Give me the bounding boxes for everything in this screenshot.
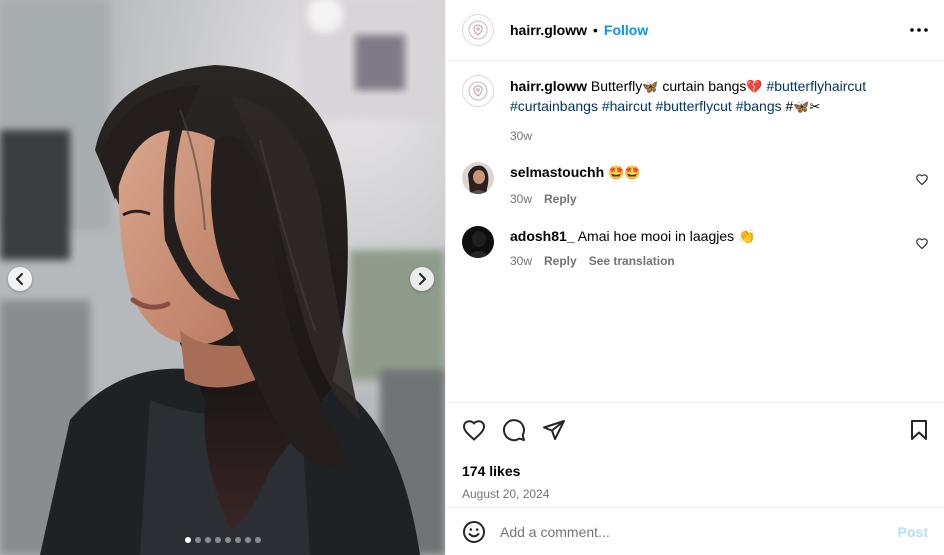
comment-timestamp[interactable]: 30w bbox=[510, 192, 532, 206]
comments-section: hairr.gloww Butterfly🦋 curtain bangs💔 #b… bbox=[446, 61, 944, 402]
caption-part-1: Butterfly bbox=[590, 78, 643, 94]
carousel-dot bbox=[214, 537, 221, 543]
caption-part-2: curtain bangs bbox=[658, 78, 747, 94]
smiley-icon bbox=[463, 520, 485, 543]
post-actions: 174 likes August 20, 2024 bbox=[446, 402, 944, 506]
like-comment-button[interactable] bbox=[916, 172, 928, 190]
comment-item: selmastouchh 🤩🤩 30w Reply bbox=[462, 162, 928, 206]
post-photo bbox=[0, 0, 445, 555]
comment-text: Amai hoe mooi in laagjes 👏 bbox=[577, 228, 756, 244]
caption-text: hairr.gloww Butterfly🦋 curtain bangs💔 #b… bbox=[510, 77, 898, 117]
post-header: hairr.gloww • Follow bbox=[446, 0, 944, 61]
likes-count[interactable]: 174 likes bbox=[462, 463, 928, 479]
heart-outline-icon bbox=[916, 238, 928, 250]
comment-composer: Post bbox=[446, 507, 944, 555]
chevron-right-icon bbox=[419, 273, 426, 285]
hashtag-link[interactable]: #butterflyhaircut bbox=[763, 78, 866, 94]
see-translation-button[interactable]: See translation bbox=[589, 254, 675, 268]
carousel-dot bbox=[254, 537, 261, 543]
caption-timestamp[interactable]: 30w bbox=[510, 129, 532, 143]
comment-input[interactable] bbox=[500, 523, 898, 540]
post-comment-button[interactable]: Post bbox=[898, 524, 928, 540]
more-options-button[interactable] bbox=[910, 28, 928, 32]
carousel-dot bbox=[224, 537, 231, 543]
heart-outline-icon bbox=[462, 420, 486, 441]
reply-button[interactable]: Reply bbox=[544, 254, 577, 268]
caption-username[interactable]: hairr.gloww bbox=[510, 78, 587, 94]
avatar-photo bbox=[462, 226, 494, 258]
author-avatar[interactable] bbox=[462, 14, 494, 46]
brand-logo-icon bbox=[468, 20, 488, 40]
comment-username[interactable]: selmastouchh bbox=[510, 164, 604, 180]
header-separator: • bbox=[593, 22, 598, 38]
heart-outline-icon bbox=[916, 174, 928, 186]
butterfly-emoji: 🦋 bbox=[793, 100, 810, 115]
post-date[interactable]: August 20, 2024 bbox=[462, 487, 928, 501]
comment-button[interactable] bbox=[502, 418, 526, 442]
comment-timestamp[interactable]: 30w bbox=[510, 254, 532, 268]
more-horizontal-icon bbox=[910, 28, 928, 32]
comment-text: 🤩🤩 bbox=[608, 166, 641, 181]
butterfly-emoji: 🦋 bbox=[642, 80, 659, 95]
scissors-emoji: ✂ bbox=[809, 100, 821, 115]
avatar-photo bbox=[462, 162, 494, 194]
save-button[interactable] bbox=[910, 419, 928, 441]
commenter-avatar[interactable] bbox=[462, 226, 494, 258]
like-button[interactable] bbox=[462, 419, 486, 441]
emoji-picker-button[interactable] bbox=[462, 520, 486, 544]
like-comment-button[interactable] bbox=[916, 236, 928, 254]
bookmark-icon bbox=[911, 420, 927, 440]
carousel-indicator bbox=[0, 537, 445, 543]
caption-hash: # bbox=[781, 98, 794, 114]
caption-author-avatar[interactable] bbox=[462, 75, 494, 107]
commenter-avatar[interactable] bbox=[462, 162, 494, 194]
hashtag-links[interactable]: #curtainbangs #haircut #butterflycut #ba… bbox=[510, 98, 782, 114]
carousel-dot bbox=[244, 537, 251, 543]
carousel-dot bbox=[234, 537, 241, 543]
caption: hairr.gloww Butterfly🦋 curtain bangs💔 #b… bbox=[462, 75, 928, 143]
reply-button[interactable]: Reply bbox=[544, 192, 577, 206]
post-details-panel: hairr.gloww • Follow hairr.gloww Butterf bbox=[445, 0, 944, 555]
previous-slide-button[interactable] bbox=[8, 267, 32, 291]
paper-plane-icon bbox=[543, 420, 565, 440]
broken-heart-emoji: 💔 bbox=[746, 80, 763, 95]
follow-button[interactable]: Follow bbox=[604, 22, 648, 38]
author-username[interactable]: hairr.gloww bbox=[510, 22, 587, 38]
carousel-dot bbox=[204, 537, 211, 543]
carousel-dot bbox=[184, 537, 191, 543]
carousel-dot bbox=[194, 537, 201, 543]
brand-logo-icon bbox=[468, 81, 488, 101]
share-button[interactable] bbox=[542, 419, 566, 441]
comment-item: adosh81_ Amai hoe mooi in laagjes 👏 30w … bbox=[462, 226, 928, 268]
comment-username[interactable]: adosh81_ bbox=[510, 228, 575, 244]
chevron-left-icon bbox=[16, 273, 23, 285]
comment-bubble-icon bbox=[503, 419, 525, 442]
next-slide-button[interactable] bbox=[410, 267, 434, 291]
post-media[interactable] bbox=[0, 0, 445, 555]
